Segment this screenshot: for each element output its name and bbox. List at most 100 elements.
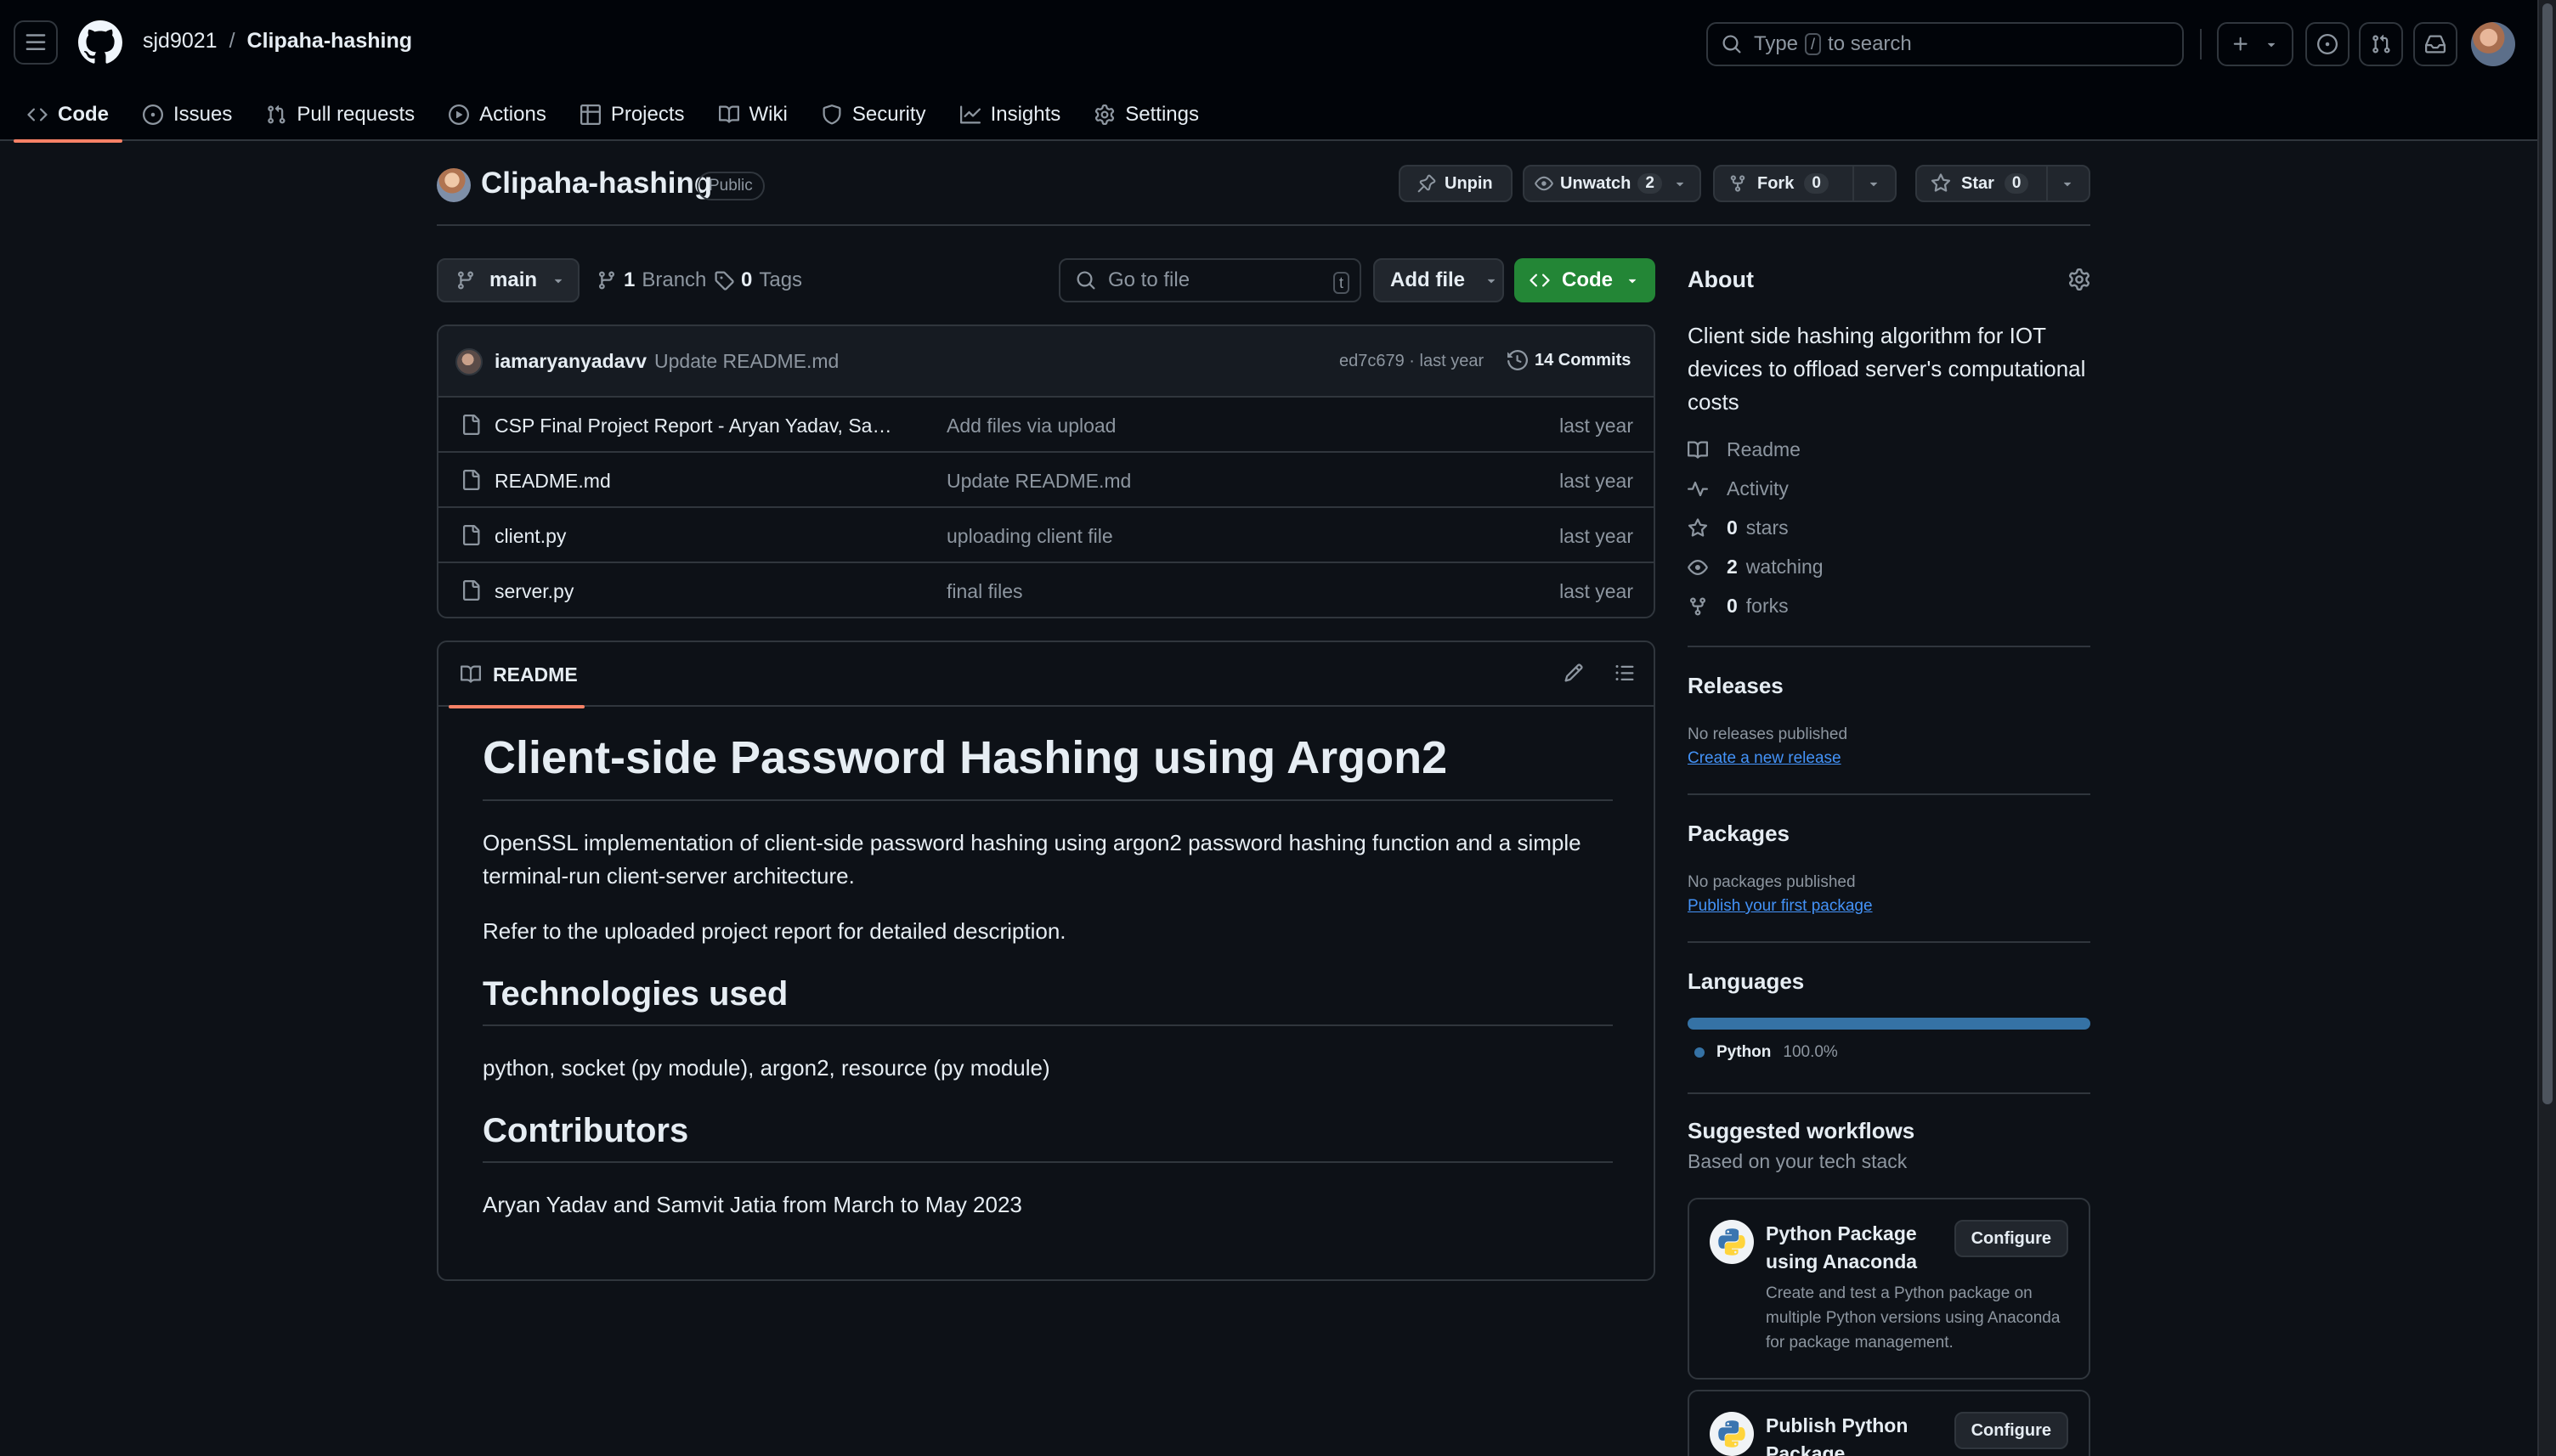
pull-request-icon [2372,34,2390,54]
global-search-input[interactable]: Type / to search [1706,22,2184,66]
breadcrumb-owner[interactable]: sjd9021 [143,29,218,54]
readme-heading-contributors: Contributors [483,1110,1613,1163]
releases-heading[interactable]: Releases [1688,673,1784,699]
scrollbar-thumb[interactable] [2542,3,2553,1104]
add-file-button[interactable]: Add file [1373,258,1504,302]
file-name[interactable]: README.md [495,470,902,493]
file-commit-message[interactable]: Add files via upload [947,415,1116,437]
go-to-file-placeholder: Go to file [1108,268,1190,291]
gear-icon[interactable] [2068,268,2090,291]
create-new-button[interactable] [2217,22,2293,66]
workflow-card: Publish Python Package Configure [1688,1390,2090,1456]
commit-meta[interactable]: ed7c679 · last year [1339,352,1484,371]
code-label: Code [1562,268,1613,291]
watching-label: watching [1745,556,1824,578]
star-dropdown[interactable] [2046,166,2087,200]
tab-settings[interactable]: Settings [1081,88,1213,141]
unwatch-button[interactable]: Unwatch 2 [1523,165,1701,202]
file-icon [463,470,480,490]
commit-message[interactable]: Update README.md [654,350,839,373]
packages-empty-text: No packages published [1688,873,1856,891]
file-row[interactable]: client.py uploading client file last yea… [438,508,1654,563]
workflow-title[interactable]: Python Package using Anaconda [1766,1220,1953,1276]
repo-owner-avatar[interactable] [437,168,471,202]
file-name[interactable]: client.py [495,525,902,548]
about-title: About [1688,267,1754,292]
file-commit-date: last year [1559,525,1633,547]
pull-request-icon [268,104,286,124]
stars-label: stars [1745,516,1789,539]
activity-link[interactable]: Activity [1688,477,1789,500]
history-icon [1507,350,1528,370]
go-to-file-input[interactable]: Go to file t [1059,258,1361,302]
file-commit-message[interactable]: final files [947,580,1022,603]
readme-panel: README Client-side Password Hashing usin… [437,641,1655,1281]
stars-link[interactable]: 0 stars [1688,516,1789,539]
tab-wiki[interactable]: Wiki [705,88,801,141]
watching-count: 2 [1727,556,1738,578]
file-icon [463,415,480,435]
page-scrollbar[interactable] [2537,0,2556,1456]
create-release-link[interactable]: Create a new release [1688,749,1841,768]
tab-readme[interactable]: README [449,642,585,708]
tags-link[interactable]: 0 Tags [714,268,802,292]
tab-actions[interactable]: Actions [435,88,560,141]
fork-dropdown[interactable] [1852,166,1893,200]
readme-paragraph: Aryan Yadav and Samvit Jatia from March … [483,1191,1022,1217]
branch-selector[interactable]: main [437,258,580,302]
list-unordered-icon[interactable] [1614,663,1635,683]
commit-author-avatar[interactable] [455,348,483,375]
tags-label: Tags [759,268,803,291]
file-row[interactable]: CSP Final Project Report - Aryan Yadav, … [438,398,1654,453]
file-browser: iamaryanyadavv Update README.md ed7c679 … [437,324,1655,618]
tab-projects[interactable]: Projects [567,88,698,141]
breadcrumb-repo[interactable]: Clipaha-hashing [247,29,412,54]
menu-button[interactable] [14,20,58,65]
workflow-card: Python Package using Anaconda Configure … [1688,1198,2090,1380]
packages-heading[interactable]: Packages [1688,821,1790,847]
graph-icon [959,105,981,124]
star-button[interactable]: Star 0 [1915,165,2090,202]
tab-security[interactable]: Security [808,88,940,141]
fork-button[interactable]: Fork 0 [1713,165,1897,202]
commit-author[interactable]: iamaryanyadavv [495,350,647,373]
pencil-icon[interactable] [1564,663,1584,683]
readme-link[interactable]: Readme [1688,438,1801,461]
file-commit-message[interactable]: Update README.md [947,470,1131,493]
workflow-title[interactable]: Publish Python Package [1766,1412,1953,1456]
file-commit-message[interactable]: uploading client file [947,525,1113,548]
language-item[interactable]: Python 100.0% [1694,1043,1838,1062]
issue-icon [143,104,163,125]
star-icon [1688,517,1708,537]
file-name[interactable]: server.py [495,580,902,603]
branches-link[interactable]: 1 Branch [597,268,706,292]
readme-tab-label: README [493,663,578,686]
github-logo-icon[interactable] [78,20,122,65]
pull-requests-button[interactable] [2359,22,2403,66]
user-avatar[interactable] [2471,22,2515,66]
file-row[interactable]: server.py final files last year [438,563,1654,617]
configure-button[interactable]: Configure [1954,1220,2068,1257]
commits-history-link[interactable]: 14 Commits [1507,350,1631,370]
tab-code[interactable]: Code [14,88,122,143]
notifications-button[interactable] [2413,22,2457,66]
issues-button[interactable] [2305,22,2350,66]
tab-pull-requests[interactable]: Pull requests [252,88,428,141]
fork-label: Fork [1757,173,1795,193]
tab-insights[interactable]: Insights [947,88,1075,141]
unpin-label: Unpin [1445,173,1493,193]
configure-button[interactable]: Configure [1954,1412,2068,1449]
pulse-icon [1688,481,1708,496]
file-name[interactable]: CSP Final Project Report - Aryan Yadav, … [495,415,902,437]
file-commit-date: last year [1559,470,1633,492]
unpin-button[interactable]: Unpin [1399,165,1513,202]
repo-name[interactable]: Clipaha-hashing [481,166,712,200]
add-file-label: Add file [1390,268,1465,291]
forks-link[interactable]: 0 forks [1688,595,1789,618]
watching-link[interactable]: 2 watching [1688,556,1824,578]
code-download-button[interactable]: Code [1514,258,1655,302]
file-row[interactable]: README.md Update README.md last year [438,453,1654,508]
publish-package-link[interactable]: Publish your first package [1688,897,1873,916]
tab-issues[interactable]: Issues [129,88,246,141]
repo-forked-icon [1730,175,1745,192]
